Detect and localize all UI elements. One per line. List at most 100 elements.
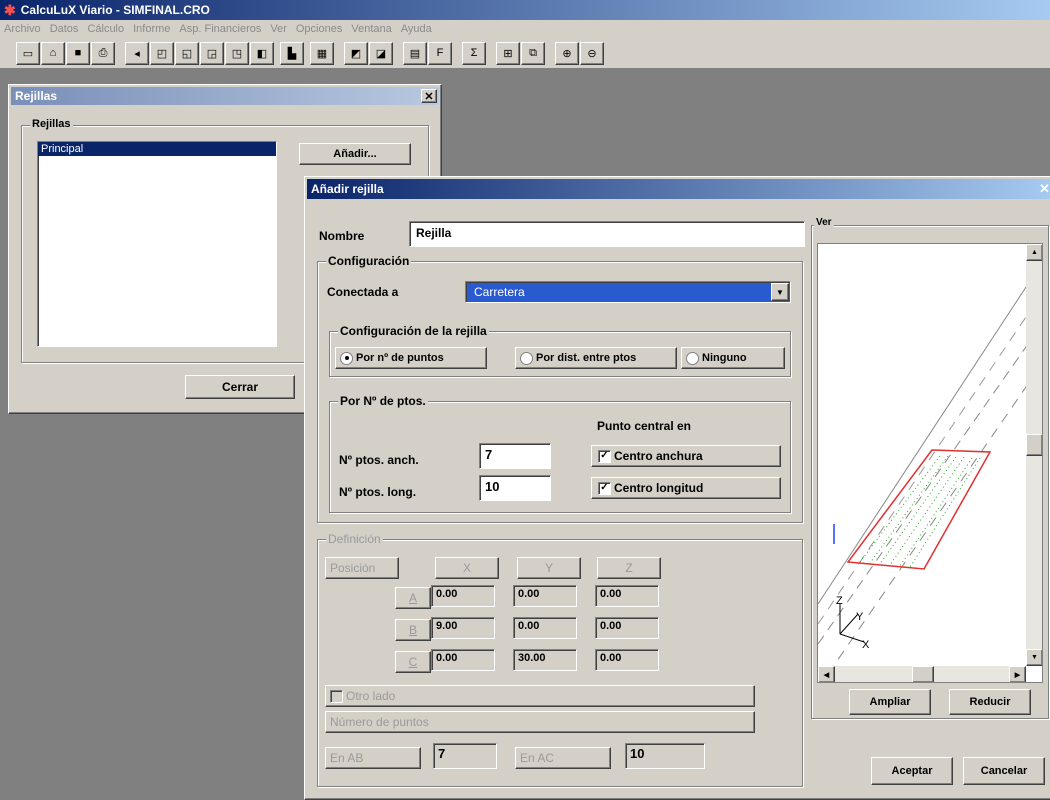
vertical-scrollbar[interactable]: ▲ ▼	[1026, 244, 1042, 666]
nombre-input[interactable]: Rejilla	[409, 221, 805, 247]
punto-central-label: Punto central en	[597, 419, 692, 433]
close-button[interactable]: Cerrar	[185, 375, 295, 399]
arrow-left-icon[interactable]: ◂	[125, 41, 149, 65]
conectada-label: Conectada a	[327, 285, 399, 299]
en-ac-field: 10	[625, 743, 705, 769]
grid-preview-drawing: Z Y X	[818, 283, 1029, 675]
checkmark-icon: ✓	[598, 481, 611, 495]
ptos-anch-label: Nº ptos. anch.	[339, 453, 419, 467]
view1-icon[interactable]: ◰	[150, 41, 174, 65]
posicion-label: Posición	[325, 557, 399, 579]
rejillas-title: Rejillas	[15, 89, 58, 103]
en-ab-label: En AB	[325, 747, 421, 769]
fx-icon[interactable]: F	[428, 41, 452, 65]
menu-calculo[interactable]: Cálculo	[87, 23, 124, 35]
view3-icon[interactable]: ◲	[200, 41, 224, 65]
reducir-button[interactable]: Reducir	[949, 689, 1031, 715]
rejillas-close-button[interactable]: ✕	[421, 89, 437, 103]
dialog-close-icon[interactable]: ✕	[1039, 181, 1050, 197]
c-y-field: 30.00	[513, 649, 577, 671]
row-label-a: A	[395, 587, 431, 609]
view4-icon[interactable]: ◳	[225, 41, 249, 65]
add-button[interactable]: Añadir...	[299, 143, 411, 165]
menu-asp-financieros[interactable]: Asp. Financieros	[179, 23, 261, 35]
axis-y-label: Y	[856, 611, 864, 623]
chevron-down-icon[interactable]: ▼	[771, 283, 789, 301]
menu-ver[interactable]: Ver	[270, 23, 287, 35]
grid-icon[interactable]: ▤	[403, 41, 427, 65]
menu-archivo[interactable]: Archivo	[4, 23, 41, 35]
aceptar-button[interactable]: Aceptar	[871, 757, 953, 785]
app-title: CalcuLuX Viario - SIMFINAL.CRO	[20, 3, 210, 17]
vertical-scroll-thumb[interactable]	[1026, 434, 1042, 456]
save-icon[interactable]: ■	[66, 41, 90, 65]
cascade-icon[interactable]: ⧉	[521, 41, 545, 65]
chart2-icon[interactable]: ◪	[369, 41, 393, 65]
add-grid-dialog: Añadir rejilla ✕ Nombre Rejilla Configur…	[304, 176, 1050, 800]
definicion-group-title: Definición	[326, 532, 383, 546]
scroll-right-icon[interactable]: ▶	[1009, 666, 1026, 682]
col-z-header: Z	[597, 557, 661, 579]
ptos-long-label: Nº ptos. long.	[339, 485, 417, 499]
list-item[interactable]: Principal	[38, 142, 276, 156]
ampliar-button[interactable]: Ampliar	[849, 689, 931, 715]
horizontal-scroll-thumb[interactable]	[912, 666, 934, 682]
radio-por-dist[interactable]: Por dist. entre ptos	[515, 347, 677, 369]
rejillas-list[interactable]: Principal	[37, 141, 277, 347]
ptos-long-input[interactable]: 10	[479, 475, 551, 501]
scroll-left-icon[interactable]: ◀	[818, 666, 835, 682]
nombre-label: Nombre	[319, 229, 365, 243]
new-doc-icon[interactable]: ▭	[16, 41, 40, 65]
ptos-anch-input[interactable]: 7	[479, 443, 551, 469]
dialog-titlebar: Añadir rejilla	[307, 179, 1050, 199]
cancelar-button[interactable]: Cancelar	[963, 757, 1045, 785]
a-y-field: 0.00	[513, 585, 577, 607]
ver-group-title: Ver	[814, 217, 834, 228]
b-x-field: 9.00	[431, 617, 495, 639]
b-y-field: 0.00	[513, 617, 577, 639]
ptos-group-title: Por Nº de ptos.	[338, 394, 428, 408]
menu-informe[interactable]: Informe	[133, 23, 170, 35]
radio-ninguno[interactable]: Ninguno	[681, 347, 785, 369]
radio-por-puntos[interactable]: Por nº de puntos	[335, 347, 487, 369]
menu-bar: Archivo Datos Cálculo Informe Asp. Finan…	[0, 20, 1050, 38]
menu-ventana[interactable]: Ventana	[351, 23, 391, 35]
col-x-header: X	[435, 557, 499, 579]
chart1-icon[interactable]: ◩	[344, 41, 368, 65]
b-z-field: 0.00	[595, 617, 659, 639]
zoom-in-icon[interactable]: ⊕	[555, 41, 579, 65]
scroll-up-icon[interactable]: ▲	[1026, 244, 1042, 261]
c-x-field: 0.00	[431, 649, 495, 671]
en-ab-field: 7	[433, 743, 497, 769]
col-y-header: Y	[517, 557, 581, 579]
menu-datos[interactable]: Datos	[50, 23, 79, 35]
centro-longitud-checkbox[interactable]: ✓ Centro longitud	[591, 477, 781, 499]
app-logo-icon: ✱	[4, 1, 16, 18]
print-icon[interactable]: ⎙	[91, 41, 115, 65]
a-x-field: 0.00	[431, 585, 495, 607]
menu-opciones[interactable]: Opciones	[296, 23, 342, 35]
preview-viewport[interactable]: Z Y X ▲ ▼ ◀ ▶	[817, 243, 1043, 683]
calc-icon[interactable]: ▦	[310, 41, 334, 65]
render-icon[interactable]: ▙	[280, 41, 304, 65]
conectada-select[interactable]: Carretera ▼	[465, 281, 791, 303]
menu-ayuda[interactable]: Ayuda	[401, 23, 432, 35]
otro-lado-checkbox: Otro lado	[325, 685, 755, 707]
radio-unchecked-icon	[520, 351, 533, 365]
view5-icon[interactable]: ◧	[250, 41, 274, 65]
numero-puntos-label: Número de puntos	[325, 711, 755, 733]
rejillas-titlebar: Rejillas	[11, 87, 439, 105]
view2-icon[interactable]: ◱	[175, 41, 199, 65]
sum-icon[interactable]: Σ	[462, 41, 486, 65]
en-ac-label: En AC	[515, 747, 611, 769]
axis-x-label: X	[862, 639, 870, 651]
tile-icon[interactable]: ⊞	[496, 41, 520, 65]
centro-anchura-checkbox[interactable]: ✓ Centro anchura	[591, 445, 781, 467]
rejillas-group-title: Rejillas	[30, 118, 73, 130]
open-icon[interactable]: ⌂	[41, 41, 65, 65]
scroll-down-icon[interactable]: ▼	[1026, 649, 1042, 666]
horizontal-scrollbar[interactable]: ◀ ▶	[818, 666, 1026, 682]
axis-z-label: Z	[836, 595, 843, 607]
c-z-field: 0.00	[595, 649, 659, 671]
zoom-out-icon[interactable]: ⊖	[580, 41, 604, 65]
